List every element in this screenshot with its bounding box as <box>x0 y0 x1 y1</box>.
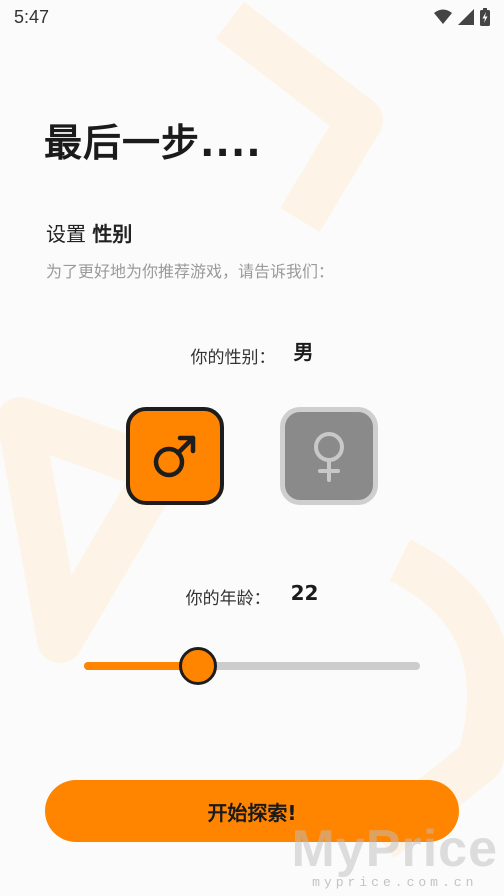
section-description: 为了更好地为你推荐游戏，请告诉我们： <box>46 262 335 281</box>
page-title: 最后一步.... <box>44 121 262 165</box>
female-symbol-icon <box>314 432 344 482</box>
age-slider[interactable] <box>84 646 420 686</box>
male-option-button[interactable] <box>126 407 224 505</box>
age-value: 22 <box>290 581 319 605</box>
watermark-url: myprice.com.cn <box>312 875 478 890</box>
age-row: 你的年龄： 22 <box>0 581 504 609</box>
cellular-signal-icon <box>458 9 474 25</box>
watermark: MyPrice myprice.com.cn <box>292 823 498 890</box>
subtitle-emphasis: 性别 <box>92 222 133 246</box>
gender-row: 你的性别： 男 <box>0 340 504 369</box>
gender-value: 男 <box>293 340 314 364</box>
status-bar: 5:47 <box>0 0 504 34</box>
age-label: 你的年龄： <box>185 589 271 609</box>
onboarding-screen: 5:47 最后一步.... 设置 性别 为了更好地为你推荐游戏，请告诉我们： 你… <box>0 0 504 896</box>
status-icons <box>434 8 490 26</box>
slider-thumb[interactable] <box>179 647 217 685</box>
battery-charging-icon <box>480 8 490 26</box>
subtitle-prefix: 设置 <box>46 222 86 246</box>
gender-label: 你的性别： <box>190 348 276 368</box>
section-subtitle: 设置 性别 <box>46 218 132 247</box>
wifi-icon <box>434 9 452 24</box>
status-time: 5:47 <box>14 6 50 27</box>
female-option-button[interactable] <box>280 407 378 505</box>
male-symbol-icon <box>153 435 196 478</box>
watermark-logo: MyPrice <box>291 820 498 878</box>
